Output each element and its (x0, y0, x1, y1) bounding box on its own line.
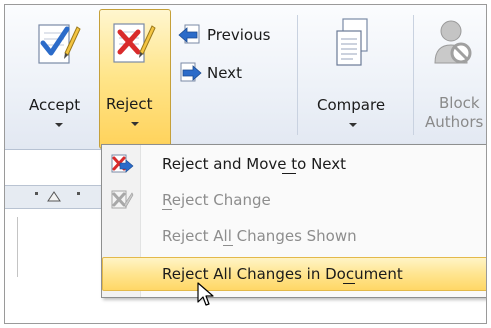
mnemonic-underline (282, 173, 296, 174)
menu-item-reject-and-move-to-next[interactable]: Reject and Move to Next (102, 147, 486, 181)
accept-dropdown-arrow[interactable] (55, 123, 63, 127)
block-authors-icon (434, 20, 472, 64)
reject-move-next-icon (111, 154, 134, 173)
document-page[interactable] (5, 209, 105, 323)
mnemonic-underline (223, 245, 233, 246)
horizontal-ruler[interactable] (5, 185, 105, 209)
ribbon-separator (413, 15, 414, 135)
menu-item-reject-all-changes-shown[interactable]: Reject All Changes Shown (102, 219, 486, 253)
accept-button[interactable]: Accept (23, 11, 95, 145)
reject-change-icon (111, 190, 134, 209)
mnemonic-underline (162, 209, 172, 210)
menu-item-label: Reject Change (162, 191, 271, 209)
reject-x-icon (113, 23, 156, 63)
previous-label: Previous (207, 26, 271, 44)
ruler-marker-icon (77, 192, 80, 195)
accept-checkmark-icon (38, 24, 81, 64)
menu-item-label: Reject All Changes Shown (162, 227, 357, 245)
next-label: Next (207, 64, 242, 82)
previous-arrow-icon (178, 24, 200, 44)
compare-label: Compare (317, 96, 386, 114)
mouse-cursor-icon (197, 282, 214, 306)
page-margin-line (17, 217, 18, 277)
menu-item-label: Reject and Move to Next (162, 155, 347, 173)
block-authors-button[interactable]: Block Authors (417, 11, 486, 145)
review-ribbon: Accept Reject Previous Next Compare Bloc… (5, 5, 486, 150)
menu-item-reject-all-changes-in-document[interactable]: Reject All Changes in Document (102, 257, 486, 291)
word-window: Accept Reject Previous Next Compare Bloc… (4, 4, 487, 324)
reject-label: Reject (106, 95, 153, 113)
accept-label: Accept (29, 96, 81, 114)
ruler-marker-icon (35, 192, 38, 195)
previous-button[interactable]: Previous (175, 23, 285, 49)
mnemonic-underline (343, 283, 355, 284)
compare-dropdown-arrow[interactable] (349, 123, 357, 127)
reject-button[interactable]: Reject (99, 9, 171, 149)
menu-item-reject-change[interactable]: Reject Change (102, 183, 486, 217)
indent-marker-icon[interactable] (47, 190, 61, 202)
compare-documents-icon (336, 18, 368, 66)
next-button[interactable]: Next (175, 61, 285, 87)
ribbon-separator (297, 15, 298, 135)
block-authors-label-line1: Block (439, 94, 480, 112)
reject-dropdown-menu: Reject and Move to Next Reject Change Re… (101, 144, 486, 298)
next-arrow-icon (180, 62, 202, 82)
block-authors-label-line2: Authors (425, 113, 484, 131)
compare-button[interactable]: Compare (305, 11, 397, 145)
menu-item-label: Reject All Changes in Document (162, 265, 403, 283)
reject-dropdown-arrow[interactable] (131, 122, 139, 126)
